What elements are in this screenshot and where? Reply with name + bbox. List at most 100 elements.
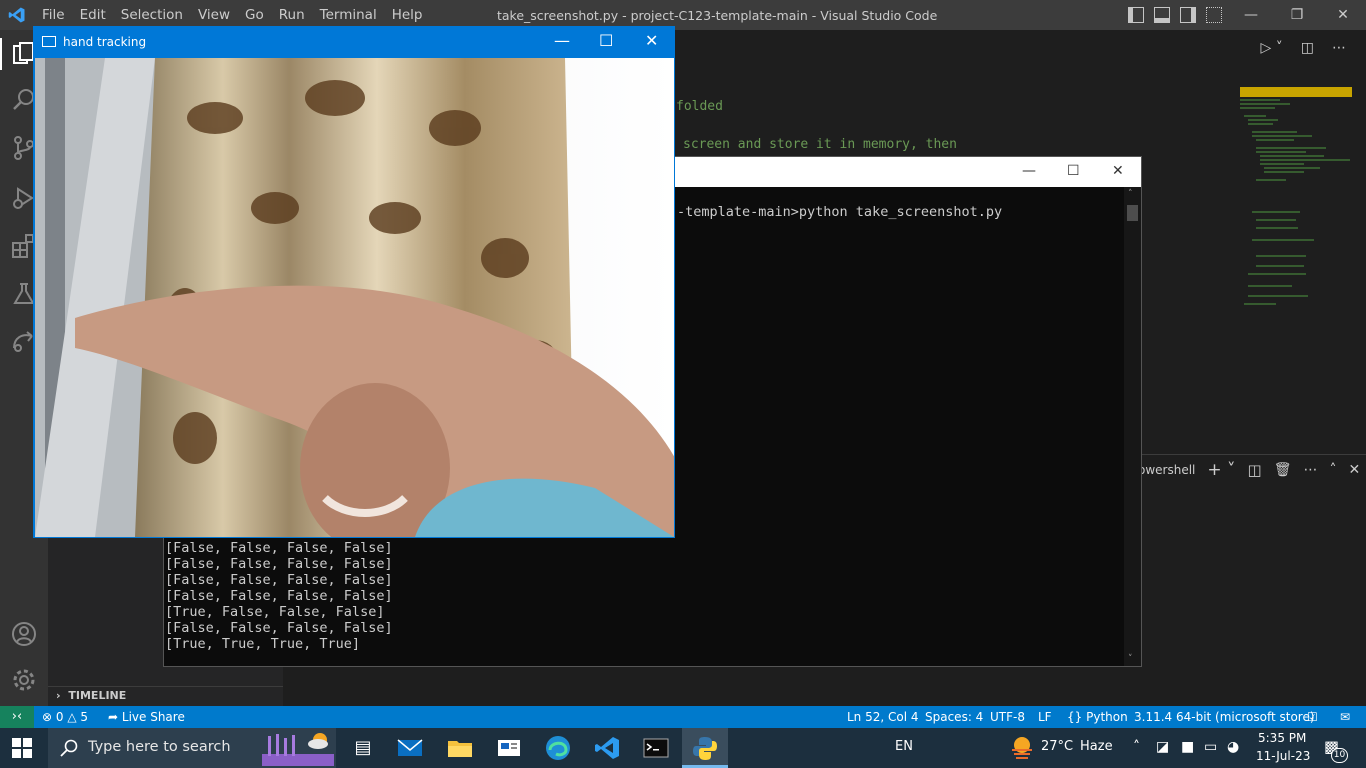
console-scroll-thumb[interactable] — [1127, 205, 1138, 221]
timeline-section[interactable]: › TIMELINE — [48, 686, 283, 706]
search-highlight-lavender-image — [262, 733, 334, 766]
split-editor-icon[interactable]: ◫ — [1301, 40, 1314, 56]
console-output-line: [False, False, False, False] — [165, 540, 393, 556]
restore-icon[interactable]: ❐ — [1274, 0, 1320, 30]
clock-date[interactable]: 11-Jul-23 — [1256, 749, 1310, 763]
console-output-line: [False, False, False, False] — [165, 572, 393, 588]
file-explorer-icon[interactable] — [446, 734, 474, 762]
hand-maximize-icon[interactable]: ☐ — [599, 31, 613, 50]
meet-now-icon[interactable]: ■ — [1181, 739, 1194, 755]
input-language[interactable]: EN — [895, 739, 913, 754]
run-python-file-icon[interactable]: ▷ ˅ — [1261, 40, 1283, 56]
problems-status[interactable]: ⊗ 0 △ 5 — [42, 710, 88, 724]
manage-gear-icon[interactable] — [10, 666, 38, 694]
windows-taskbar: Type here to search ▤ EN 27°C Haze ˄ ◪ ■… — [0, 728, 1366, 768]
battery-icon[interactable]: ▭ — [1204, 739, 1217, 755]
edge-browser-icon[interactable] — [544, 734, 572, 762]
command-prompt-icon[interactable] — [642, 734, 670, 762]
braces-icon: {} — [1067, 710, 1083, 724]
live-share-button[interactable]: ➦ Live Share — [108, 710, 185, 724]
remote-indicator-icon[interactable]: ›‹ — [0, 706, 34, 728]
python-icon[interactable] — [691, 734, 719, 762]
weather-temperature[interactable]: 27°C — [1041, 739, 1073, 754]
kill-terminal-trash-icon[interactable]: 🗑 — [1274, 462, 1292, 478]
new-terminal-icon[interactable]: + ˅ — [1207, 460, 1235, 480]
menu-file[interactable]: File — [42, 7, 65, 23]
error-icon: ⊗ — [42, 710, 53, 724]
customize-layout-icon[interactable] — [1206, 7, 1222, 23]
console-output-line: [False, False, False, False] — [165, 620, 393, 636]
search-placeholder: Type here to search — [88, 739, 231, 755]
toggle-panel-icon[interactable] — [1154, 7, 1170, 23]
live-share-label: Live Share — [121, 710, 185, 724]
console-output-line: [True, True, True, True] — [165, 636, 361, 652]
live-share-icon: ➦ — [108, 710, 119, 724]
editor-toolbar: ▷ ˅ ◫ ⋯ — [1261, 40, 1346, 56]
window-title: take_screenshot.py - project-C123-templa… — [497, 8, 938, 23]
vscode-logo-icon — [8, 7, 25, 23]
indentation-setting[interactable]: Spaces: 4 — [925, 710, 983, 724]
encoding-setting[interactable]: UTF-8 — [990, 710, 1025, 724]
task-view-icon[interactable]: ▤ — [349, 734, 377, 762]
python-interpreter[interactable]: 3.11.4 64-bit (microsoft store) — [1134, 710, 1315, 724]
more-actions-icon[interactable]: ⋯ — [1332, 40, 1346, 56]
code-comment-line: screen and store it in memory, then — [683, 137, 957, 152]
timeline-label: TIMELINE — [68, 689, 127, 702]
cursor-position[interactable]: Ln 52, Col 4 — [847, 710, 919, 724]
toggle-primary-sidebar-icon[interactable] — [1128, 7, 1144, 23]
console-command-line: -template-main>python take_screenshot.py — [677, 204, 1003, 220]
menu-bar: File Edit Selection View Go Run Terminal… — [42, 7, 437, 23]
webcam-frame — [35, 58, 674, 537]
menu-selection[interactable]: Selection — [121, 7, 183, 23]
close-panel-icon[interactable]: ✕ — [1349, 462, 1361, 478]
feedback-icon[interactable]: ☑ — [1307, 710, 1318, 724]
chevron-right-icon: › — [56, 689, 61, 702]
news-app-icon[interactable] — [495, 734, 523, 762]
menu-go[interactable]: Go — [245, 7, 264, 23]
eol-setting[interactable]: LF — [1038, 710, 1052, 724]
scroll-up-arrow-icon[interactable]: ˄ — [1128, 189, 1133, 199]
console-close-icon[interactable]: ✕ — [1112, 163, 1124, 179]
maximize-panel-chevron-up-icon[interactable]: ˄ — [1330, 462, 1337, 478]
taskbar-search-box[interactable]: Type here to search — [48, 728, 336, 768]
split-terminal-icon[interactable]: ◫ — [1248, 461, 1262, 479]
close-icon[interactable]: ✕ — [1320, 0, 1366, 30]
hand-tracking-title: hand tracking — [63, 35, 147, 49]
windows-start-icon[interactable] — [12, 738, 32, 758]
menu-run[interactable]: Run — [279, 7, 305, 23]
menu-help[interactable]: Help — [392, 7, 423, 23]
console-output-line: [True, False, False, False] — [165, 604, 385, 620]
hand-close-icon[interactable]: ✕ — [645, 31, 658, 50]
scroll-down-arrow-icon[interactable]: ˅ — [1128, 654, 1133, 664]
minimap[interactable] — [1240, 87, 1352, 317]
menu-view[interactable]: View — [198, 7, 230, 23]
weather-condition[interactable]: Haze — [1080, 739, 1113, 754]
webcam-feed-image — [35, 58, 674, 537]
network-device-icon[interactable]: ◪ — [1156, 739, 1169, 755]
console-scrollbar[interactable]: ˄ ˅ — [1124, 187, 1141, 666]
minimap-slider[interactable] — [1240, 87, 1352, 97]
account-icon[interactable] — [10, 620, 38, 648]
wifi-icon[interactable]: ◕ — [1227, 739, 1239, 755]
hand-tracking-window[interactable]: hand tracking — ☐ ✕ — [33, 26, 675, 538]
show-hidden-icons-chevron-up-icon[interactable]: ˄ — [1133, 739, 1140, 755]
code-comment-line: folded — [676, 99, 723, 114]
clock-time[interactable]: 5:35 PM — [1258, 731, 1306, 745]
menu-terminal[interactable]: Terminal — [320, 7, 377, 23]
hand-minimize-icon[interactable]: — — [554, 31, 570, 50]
toggle-secondary-sidebar-icon[interactable] — [1180, 7, 1196, 23]
notification-count-badge: 10 — [1331, 748, 1348, 763]
vscode-taskbar-icon[interactable] — [593, 734, 621, 762]
language-label: Python — [1086, 710, 1128, 724]
language-mode[interactable]: {} Python — [1067, 710, 1128, 724]
console-maximize-icon[interactable]: ☐ — [1067, 163, 1080, 179]
console-minimize-icon[interactable]: — — [1022, 163, 1036, 179]
weather-haze-icon[interactable] — [1008, 734, 1036, 762]
mail-icon[interactable] — [396, 734, 424, 762]
menu-edit[interactable]: Edit — [80, 7, 106, 23]
terminal-shell-label[interactable]: owershell — [1138, 463, 1195, 477]
window-app-icon — [42, 36, 56, 47]
notifications-bell-icon[interactable]: ✉ — [1340, 710, 1350, 724]
minimize-icon[interactable]: — — [1228, 0, 1274, 30]
more-actions-icon[interactable]: ⋯ — [1304, 462, 1318, 478]
